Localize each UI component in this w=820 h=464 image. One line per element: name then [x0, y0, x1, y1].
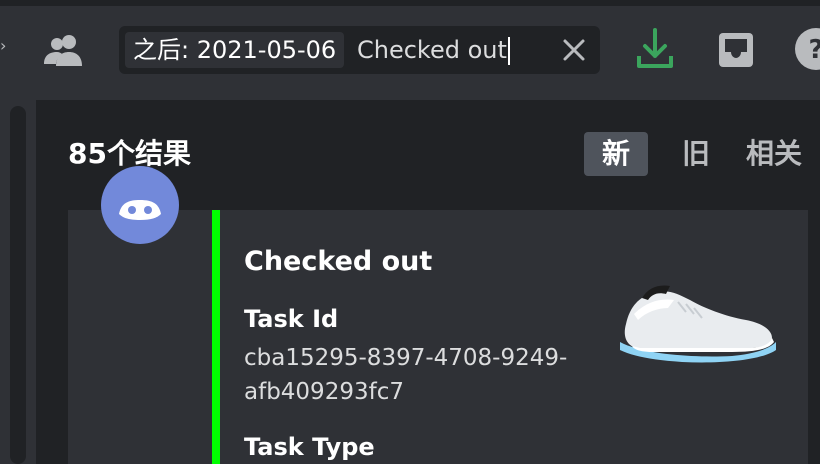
help-icon[interactable]: ? [794, 27, 820, 71]
tab-relevant[interactable]: 相关 [746, 132, 820, 176]
field-name-task-id: Task Id [244, 305, 339, 333]
discord-logo-icon [119, 200, 161, 220]
inbox-icon[interactable] [716, 30, 756, 70]
embed-title: Checked out [244, 246, 433, 277]
bot-avatar[interactable] [101, 166, 179, 244]
tab-oldest[interactable]: 旧 [664, 132, 728, 176]
tab-newest[interactable]: 新 [584, 132, 648, 176]
field-value-task-id: cba15295-8397-4708-9249-afb409293fc7 [244, 345, 568, 405]
close-icon[interactable] [559, 35, 589, 65]
svg-text:?: ? [808, 35, 820, 65]
text-caret [507, 37, 510, 65]
members-icon[interactable] [42, 30, 86, 70]
back-arrow-icon[interactable]: › [0, 36, 12, 56]
embed-accent-bar [212, 210, 220, 464]
scrollbar[interactable] [10, 106, 26, 464]
title-strip [0, 0, 820, 6]
search-query-text: Checked out [357, 36, 507, 64]
download-icon[interactable] [636, 26, 674, 72]
sneaker-image[interactable] [612, 272, 782, 368]
date-filter-chip[interactable]: 之后: 2021-05-06 [125, 32, 345, 68]
search-input[interactable]: Checked out [357, 32, 510, 68]
field-name-task-type: Task Type [244, 433, 375, 461]
search-bar[interactable]: 之后: 2021-05-06 Checked out [119, 26, 600, 74]
